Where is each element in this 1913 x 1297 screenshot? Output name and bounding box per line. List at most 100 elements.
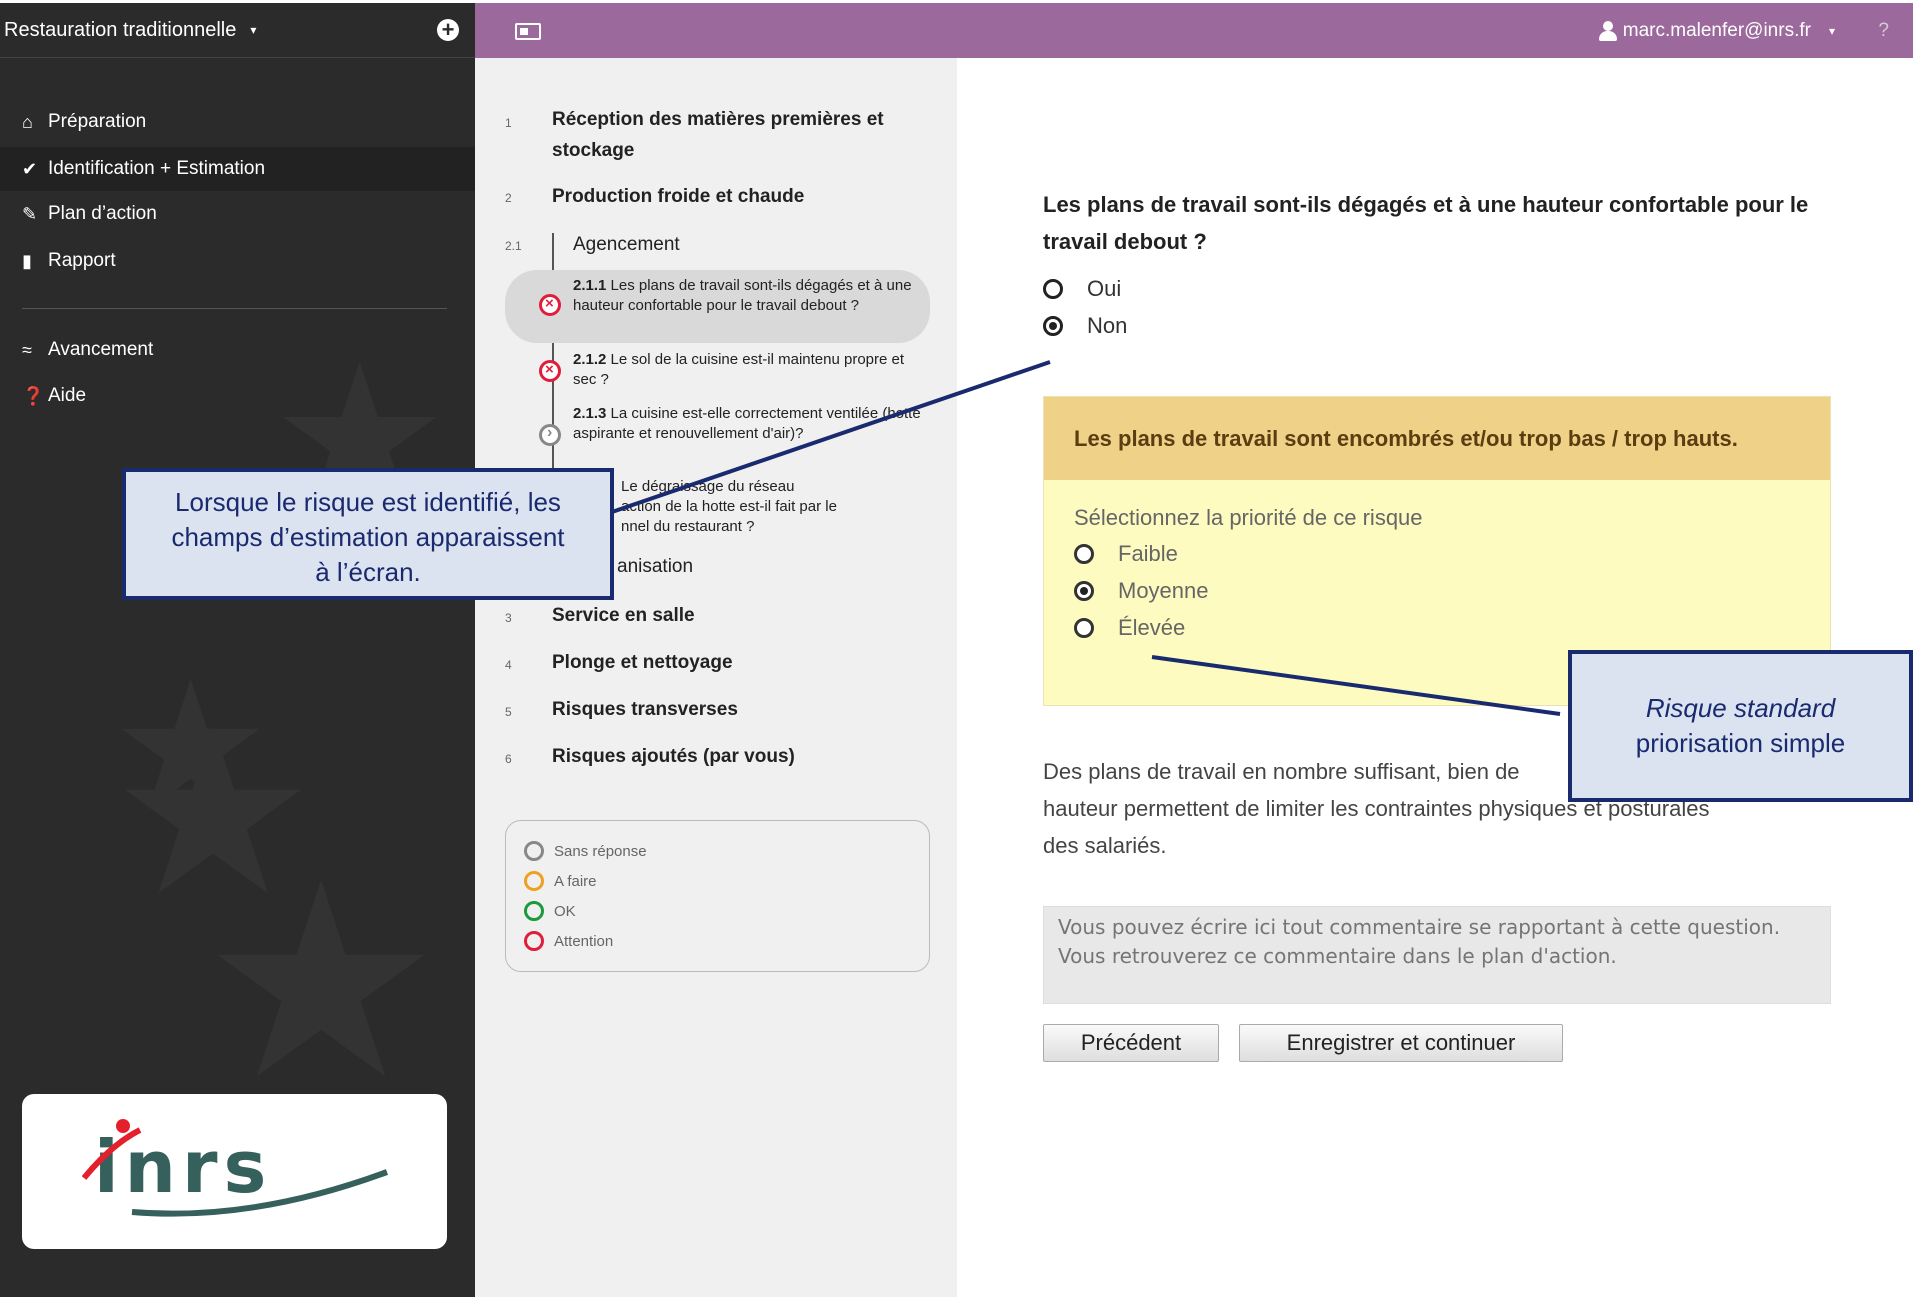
user-icon bbox=[1598, 21, 1617, 41]
sidebar-item-rapport[interactable]: ▮ Rapport bbox=[0, 239, 475, 283]
description-line: des salariés. bbox=[1043, 833, 1167, 858]
tree-section-4[interactable]: Plonge et nettoyage bbox=[552, 647, 912, 678]
risk-title: Les plans de travail sont encombrés et/o… bbox=[1044, 397, 1830, 480]
sidebar-divider bbox=[22, 308, 447, 309]
legend-label: A faire bbox=[554, 872, 597, 890]
tree-section-6[interactable]: Risques ajoutés (par vous) bbox=[552, 741, 912, 772]
answer-label: Non bbox=[1087, 313, 1128, 338]
user-menu[interactable]: marc.malenfer@inrs.fr ▾ bbox=[1598, 20, 1835, 42]
priority-option-label: Moyenne bbox=[1118, 578, 1209, 603]
question-text: nnel du restaurant ? bbox=[621, 518, 755, 535]
logo-text: inrs bbox=[94, 1125, 272, 1209]
tree-section-2[interactable]: Production froide et chaude bbox=[552, 181, 912, 212]
radio-non[interactable] bbox=[1043, 316, 1063, 336]
chevron-down-icon: ▾ bbox=[1828, 24, 1835, 38]
add-circle-icon[interactable]: + bbox=[437, 19, 459, 41]
help-icon[interactable]: ? bbox=[1878, 20, 1889, 42]
topbar-right: marc.malenfer@inrs.fr ▾ ? bbox=[475, 3, 1913, 58]
sidebar-toggle-icon[interactable] bbox=[515, 23, 541, 40]
priority-faible[interactable]: Faible bbox=[1074, 541, 1178, 567]
tree-question-2-1-2[interactable]: 2.1.2 Le sol de la cuisine est-il mainte… bbox=[505, 350, 930, 395]
previous-button[interactable]: Précédent bbox=[1043, 1024, 1219, 1062]
legend-label: OK bbox=[554, 902, 576, 920]
tree-section-5[interactable]: Risques transverses bbox=[552, 694, 912, 725]
tree-subsection-organisation[interactable]: anisation bbox=[617, 556, 693, 578]
legend-label: Sans réponse bbox=[554, 842, 647, 860]
callout-line: Lorsque le risque est identifié, les bbox=[175, 487, 561, 517]
tree-subsection-agencement[interactable]: Agencement bbox=[573, 234, 680, 256]
chevron-down-icon[interactable]: ▾ bbox=[250, 23, 256, 37]
question-circle-icon: ❓ bbox=[22, 385, 45, 406]
status-legend: Sans réponse A faire OK Attention bbox=[505, 820, 930, 972]
section-number: 2 bbox=[505, 191, 512, 205]
sidebar-item-avancement[interactable]: ≈ Avancement bbox=[0, 328, 475, 372]
section-number: 1 bbox=[505, 116, 512, 130]
attention-icon bbox=[539, 360, 561, 382]
sidebar-item-label: Identification + Estimation bbox=[48, 158, 266, 179]
priority-option-label: Faible bbox=[1118, 541, 1178, 566]
sidebar-item-label: Préparation bbox=[48, 111, 147, 132]
answer-label: Oui bbox=[1087, 276, 1122, 301]
section-number: 3 bbox=[505, 611, 512, 625]
tree-section-3[interactable]: Service en salle bbox=[552, 600, 912, 631]
sidebar-item-identification[interactable]: ✔ Identification + Estimation bbox=[0, 147, 475, 191]
priority-elevee[interactable]: Élevée bbox=[1074, 615, 1185, 641]
check-circle-icon: ✔ bbox=[22, 158, 38, 179]
topbar-left: Restauration traditionnelle ▾ + bbox=[0, 3, 475, 58]
radio-moyenne[interactable] bbox=[1074, 581, 1094, 601]
todo-icon bbox=[524, 871, 544, 891]
legend-item: Attention bbox=[524, 931, 613, 951]
radio-oui[interactable] bbox=[1043, 279, 1063, 299]
sidebar-item-label: Rapport bbox=[48, 250, 116, 271]
attention-icon bbox=[524, 931, 544, 951]
inrs-logo: inrs bbox=[22, 1094, 447, 1249]
tree-question-2-1-3[interactable]: 2.1.3 La cuisine est-elle correctement v… bbox=[505, 404, 930, 466]
sidebar-item-label: Plan d’action bbox=[48, 203, 157, 224]
chart-line-icon: ≈ bbox=[22, 339, 32, 360]
radio-faible[interactable] bbox=[1074, 544, 1094, 564]
legend-item: Sans réponse bbox=[524, 841, 647, 861]
sidebar-item-plan-action[interactable]: ✎ Plan d’action bbox=[0, 192, 475, 236]
tree-section-1[interactable]: Réception des matières premières et stoc… bbox=[552, 104, 912, 166]
priority-option-label: Élevée bbox=[1118, 615, 1186, 640]
no-answer-icon bbox=[524, 841, 544, 861]
answer-non[interactable]: Non bbox=[1043, 313, 1127, 339]
callout-risque-standard: Risque standard priorisation simple bbox=[1568, 650, 1913, 802]
workspace-selector[interactable]: Restauration traditionnelle bbox=[0, 19, 236, 42]
question-text: Le dégraissage du réseau bbox=[621, 478, 795, 495]
priority-label: Sélectionnez la priorité de ce risque bbox=[1074, 505, 1423, 530]
subsection-number: 2.1 bbox=[505, 239, 522, 253]
priority-moyenne[interactable]: Moyenne bbox=[1074, 578, 1209, 604]
question-code: 2.1.3 bbox=[573, 405, 611, 422]
save-continue-button[interactable]: Enregistrer et continuer bbox=[1239, 1024, 1563, 1062]
ok-icon bbox=[524, 901, 544, 921]
file-icon: ▮ bbox=[22, 250, 32, 271]
question-code: 2.1.1 bbox=[573, 277, 611, 294]
star-decoration: ★ bbox=[200, 832, 443, 1133]
sidebar-item-label: Aide bbox=[48, 385, 87, 406]
sidebar-item-preparation[interactable]: ⌂ Préparation bbox=[0, 100, 475, 144]
sidebar: ★ ★ ★ ★ ⌂ Préparation ✔ Identification +… bbox=[0, 58, 475, 1297]
tree-question-2-1-1[interactable]: 2.1.1 Les plans de travail sont-ils déga… bbox=[505, 270, 930, 343]
question-text: Le sol de la cuisine est-il maintenu pro… bbox=[573, 351, 905, 388]
comment-textarea[interactable] bbox=[1043, 906, 1831, 1004]
question-code: 2.1.2 bbox=[573, 351, 611, 368]
no-answer-icon bbox=[539, 423, 561, 446]
question-text: action de la hotte est-il fait par le bbox=[621, 498, 837, 515]
home-icon: ⌂ bbox=[22, 111, 33, 132]
attention-icon bbox=[539, 294, 561, 316]
sidebar-item-label: Avancement bbox=[48, 339, 154, 360]
section-number: 6 bbox=[505, 752, 512, 766]
callout-line: champs d’estimation apparaissent bbox=[171, 522, 565, 552]
question-text: La cuisine est-elle correctement ventilé… bbox=[573, 405, 921, 442]
user-email: marc.malenfer@inrs.fr bbox=[1622, 20, 1811, 41]
section-number: 5 bbox=[505, 705, 512, 719]
callout-estimation: Lorsque le risque est identifié, les cha… bbox=[122, 468, 614, 600]
callout-line: à l’écran. bbox=[315, 557, 421, 587]
callout-line: priorisation simple bbox=[1635, 728, 1846, 758]
radio-elevee[interactable] bbox=[1074, 618, 1094, 638]
pencil-icon: ✎ bbox=[22, 203, 38, 224]
question-text: Les plans de travail sont-ils dégagés et… bbox=[573, 277, 912, 314]
sidebar-item-aide[interactable]: ❓ Aide bbox=[0, 374, 475, 418]
answer-oui[interactable]: Oui bbox=[1043, 276, 1121, 302]
